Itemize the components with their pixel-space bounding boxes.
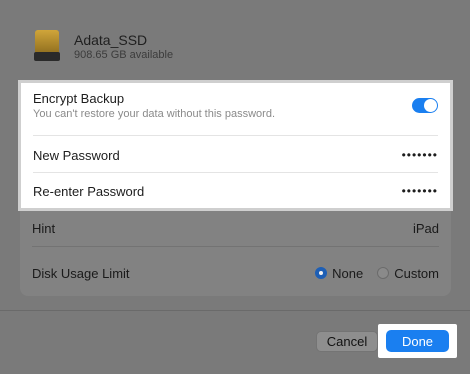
external-drive-icon — [34, 30, 60, 61]
cancel-button[interactable]: Cancel — [316, 331, 378, 352]
disk-usage-row: Disk Usage Limit None Custom — [32, 255, 439, 291]
reenter-password-row[interactable]: Re-enter Password ••••••• — [33, 181, 438, 201]
encrypt-backup-row: Encrypt Backup You can't restore your da… — [33, 91, 438, 120]
encrypt-backup-subtitle: You can't restore your data without this… — [33, 108, 275, 120]
footer-divider — [0, 310, 470, 311]
drive-name: Adata_SSD — [74, 32, 148, 48]
hint-label: Hint — [32, 220, 56, 236]
toggle-knob — [424, 99, 437, 112]
disk-usage-label: Disk Usage Limit — [32, 265, 130, 281]
radio-custom-label: Custom — [394, 265, 439, 281]
radio-unselected-icon — [377, 267, 390, 279]
reenter-password-field[interactable]: ••••••• — [402, 184, 438, 198]
encryption-highlight: Encrypt Backup You can't restore your da… — [18, 80, 453, 211]
divider — [33, 172, 438, 173]
hint-row[interactable]: Hint iPad — [32, 210, 439, 246]
radio-none-label: None — [332, 265, 364, 281]
new-password-row[interactable]: New Password ••••••• — [33, 145, 438, 165]
encrypt-backup-title: Encrypt Backup — [33, 91, 125, 106]
radio-none[interactable]: None — [315, 266, 363, 281]
divider — [32, 246, 439, 247]
reenter-password-label: Re-enter Password — [33, 183, 145, 199]
backup-settings-panel: Adata_SSD 908.65 GB available Hint iPad … — [0, 0, 470, 374]
radio-custom[interactable]: Custom — [377, 266, 439, 281]
done-highlight: Done — [378, 324, 457, 358]
hint-value[interactable]: iPad — [413, 221, 439, 236]
done-button[interactable]: Done — [386, 330, 449, 352]
new-password-field[interactable]: ••••••• — [402, 148, 438, 162]
encrypt-backup-toggle[interactable] — [412, 98, 438, 113]
new-password-label: New Password — [33, 147, 120, 163]
radio-selected-icon — [315, 267, 328, 279]
divider — [33, 135, 438, 136]
drive-available: 908.65 GB available — [74, 49, 174, 61]
